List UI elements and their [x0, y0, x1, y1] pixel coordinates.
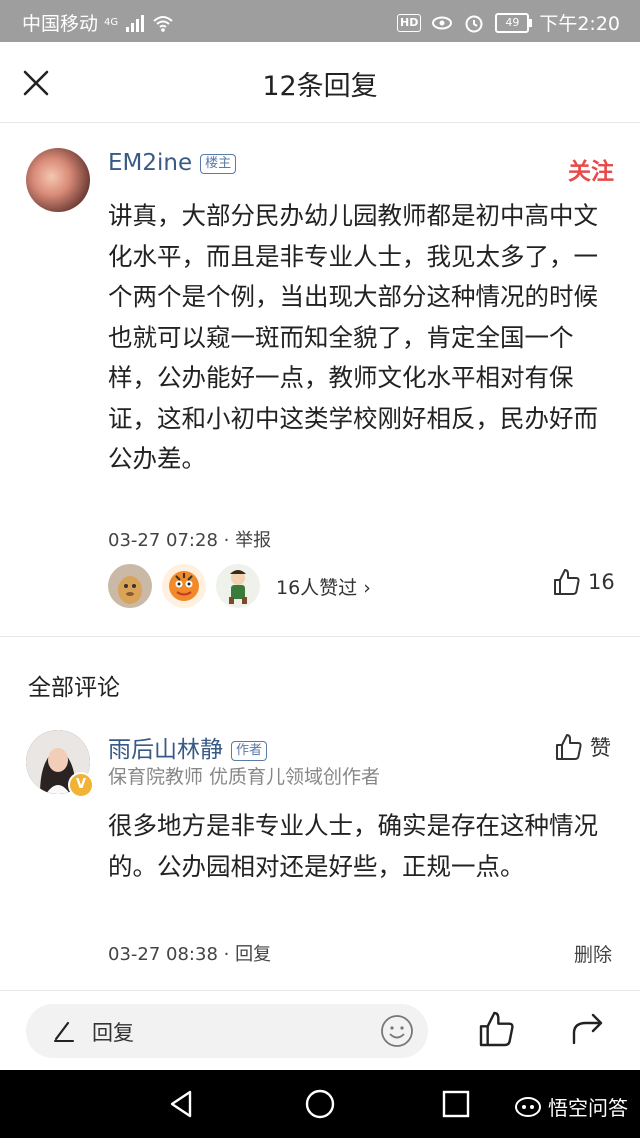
op-like-button[interactable]: 16: [552, 567, 615, 597]
emoji-icon[interactable]: [380, 1014, 414, 1048]
op-like-count: 16: [588, 570, 615, 594]
original-post: EM2ine 楼主 关注 讲真，大部分民办幼儿园教师都是初中高中文化水平，而且是非…: [0, 122, 640, 636]
avatar[interactable]: [26, 148, 90, 212]
divider: [0, 636, 640, 637]
share-icon[interactable]: [568, 1009, 608, 1049]
comment-badge: 作者: [231, 741, 268, 761]
thumbs-up-icon[interactable]: [477, 1009, 517, 1049]
verified-icon: V: [68, 772, 94, 798]
report-link[interactable]: 举报: [235, 530, 271, 551]
op-username[interactable]: EM2ine 楼主: [108, 150, 237, 176]
op-timestamp: 03-27 07:28: [108, 530, 218, 551]
liker-avatar[interactable]: [162, 564, 206, 608]
comment-user-subtitle: 保育院教师 优质育儿领域创作者: [108, 766, 381, 788]
hd-icon: HD: [396, 13, 422, 32]
comment-reply-link[interactable]: 回复: [235, 944, 271, 965]
op-badge: 楼主: [200, 154, 237, 174]
op-username-text[interactable]: EM2ine: [108, 150, 192, 176]
comment-like-label[interactable]: 赞: [590, 732, 611, 762]
comment-timestamp: 03-27 08:38: [108, 944, 218, 965]
home-icon[interactable]: [304, 1088, 336, 1120]
alarm-icon: [465, 15, 483, 32]
carrier-label: 中国移动: [22, 13, 99, 35]
thumbs-up-icon[interactable]: [554, 732, 584, 762]
network-label: 4G: [104, 17, 119, 28]
header: 12条回复: [0, 42, 640, 123]
watermark-text: 悟空问答: [548, 1096, 628, 1120]
comment-body: 很多地方是非专业人士，确实是存在这种情况的。公办园相对还是好些，正规一点。: [108, 811, 598, 881]
liker-avatar[interactable]: [108, 564, 152, 608]
eye-icon: [432, 16, 453, 29]
follow-button[interactable]: 关注: [568, 152, 614, 186]
delete-button[interactable]: 删除: [574, 940, 612, 967]
op-body: 讲真，大部分民办幼儿园教师都是初中高中文化水平，而且是非专业人士，我见太多了，一…: [108, 201, 598, 473]
reply-placeholder[interactable]: 回复: [92, 1017, 134, 1047]
likers-count-link[interactable]: 16人赞过 ›: [276, 573, 371, 600]
comment-username[interactable]: 雨后山林静 作者: [108, 730, 268, 764]
comment-username-text[interactable]: 雨后山林静: [108, 737, 223, 763]
comment-like-button[interactable]: 赞: [554, 732, 611, 762]
reply-input[interactable]: 回复: [26, 1004, 428, 1058]
wukong-logo-icon: [515, 1096, 541, 1117]
pen-icon: [54, 1021, 74, 1042]
likers-row[interactable]: 16人赞过 ›: [108, 563, 371, 609]
watermark: 悟空问答: [514, 1092, 628, 1121]
page-title: 12条回复: [262, 71, 378, 102]
bottom-bar: 回复: [0, 990, 640, 1071]
recents-icon[interactable]: [440, 1088, 472, 1120]
status-bar: 中国移动 4G HD 49 下午2:20: [0, 0, 640, 42]
clock-label: 下午2:20: [539, 13, 620, 35]
thumbs-up-icon[interactable]: [552, 567, 582, 597]
likers-text[interactable]: 16人赞过: [276, 577, 357, 599]
op-meta: 03-27 07:28 · 举报: [108, 530, 272, 551]
battery-icon: 49: [495, 12, 533, 33]
wifi-icon: [153, 15, 173, 32]
system-nav-bar: 悟空问答: [0, 1070, 640, 1138]
comments-section-title: 全部评论: [28, 675, 120, 701]
comment-meta: 03-27 08:38 · 回复: [108, 944, 272, 965]
back-icon[interactable]: [166, 1088, 198, 1120]
signal-icon: [126, 14, 145, 32]
liker-avatar[interactable]: [216, 564, 260, 608]
